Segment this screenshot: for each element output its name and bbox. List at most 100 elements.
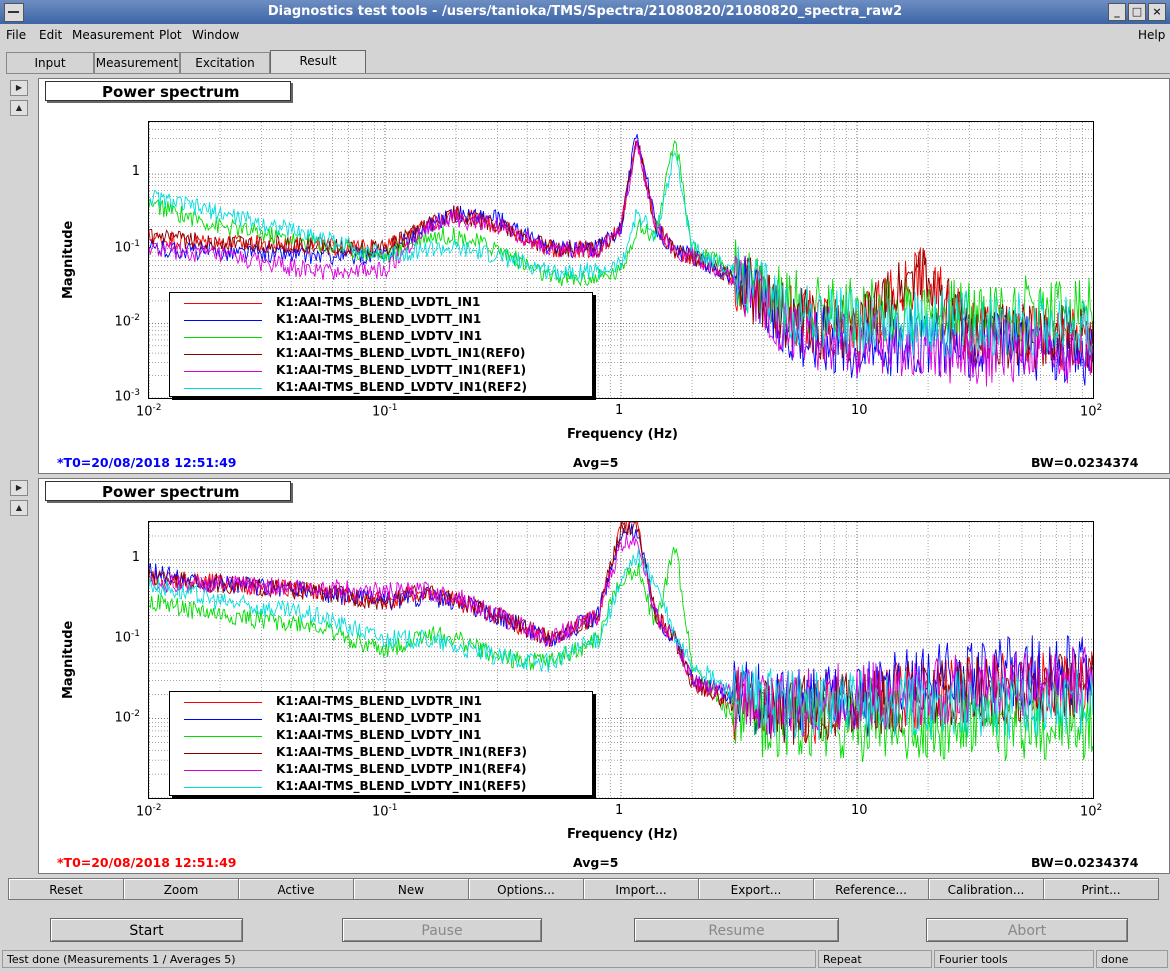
tab-input[interactable]: Input bbox=[6, 52, 94, 73]
plot-title-2: Power spectrum bbox=[45, 481, 291, 501]
legend-label: K1:AAI-TMS_BLEND_LVDTY_IN1 bbox=[276, 728, 482, 742]
import-button[interactable]: Import... bbox=[583, 878, 699, 900]
tab-excitation[interactable]: Excitation bbox=[180, 52, 270, 73]
x-tick-label: 10 bbox=[851, 803, 868, 818]
y-tick-label: 1 bbox=[131, 164, 140, 180]
legend-label: K1:AAI-TMS_BLEND_LVDTR_IN1 bbox=[276, 694, 482, 708]
plot-panel-bottom: Power spectrum Magnitude Frequency (Hz) … bbox=[38, 478, 1170, 874]
x-tick-label: 10 bbox=[851, 403, 868, 418]
title-bar: Diagnostics test tools - /users/tanioka/… bbox=[0, 0, 1170, 24]
legend-label: K1:AAI-TMS_BLEND_LVDTV_IN1 bbox=[276, 329, 483, 343]
expand-right-icon[interactable]: ▶ bbox=[10, 80, 28, 96]
maximize-icon[interactable]: □ bbox=[1128, 3, 1146, 21]
minimize-icon[interactable]: _ bbox=[1108, 3, 1126, 21]
legend-entry: K1:AAI-TMS_BLEND_LVDTV_IN1 bbox=[170, 329, 592, 346]
legend-entry: K1:AAI-TMS_BLEND_LVDTP_IN1 bbox=[170, 711, 592, 728]
legend-label: K1:AAI-TMS_BLEND_LVDTP_IN1(REF4) bbox=[276, 762, 527, 776]
menu-measurement[interactable]: Measurement bbox=[72, 28, 154, 42]
options-button[interactable]: Options... bbox=[468, 878, 584, 900]
status-mode: Repeat bbox=[818, 950, 932, 968]
menu-window[interactable]: Window bbox=[192, 28, 239, 42]
legend-swatch bbox=[184, 702, 262, 703]
legend-entry: K1:AAI-TMS_BLEND_LVDTV_IN1(REF2) bbox=[170, 380, 592, 397]
abort-button[interactable]: Abort bbox=[926, 918, 1128, 942]
expand-up-icon-2[interactable]: ▲ bbox=[10, 500, 28, 516]
x-tick-label: 10-1 bbox=[372, 403, 398, 420]
legend-2: K1:AAI-TMS_BLEND_LVDTR_IN1 K1:AAI-TMS_BLE… bbox=[169, 691, 593, 796]
legend-entry: K1:AAI-TMS_BLEND_LVDTL_IN1(REF0) bbox=[170, 346, 592, 363]
avg-label: Avg=5 bbox=[573, 455, 619, 470]
expand-right-icon-2[interactable]: ▶ bbox=[10, 480, 28, 496]
status-state: done bbox=[1096, 950, 1168, 968]
x-tick-label: 10-2 bbox=[136, 403, 162, 420]
legend-swatch bbox=[184, 770, 262, 771]
legend-swatch bbox=[184, 388, 262, 389]
legend-swatch bbox=[184, 736, 262, 737]
y-tick-label: 10-2 bbox=[114, 313, 140, 330]
x-tick-label: 102 bbox=[1080, 403, 1103, 420]
legend-entry: K1:AAI-TMS_BLEND_LVDTY_IN1(REF5) bbox=[170, 779, 592, 796]
legend-entry: K1:AAI-TMS_BLEND_LVDTT_IN1(REF1) bbox=[170, 363, 592, 380]
expand-up-icon[interactable]: ▲ bbox=[10, 100, 28, 116]
zoom-button[interactable]: Zoom bbox=[123, 878, 239, 900]
tab-result[interactable]: Result bbox=[270, 50, 366, 73]
legend-entry: K1:AAI-TMS_BLEND_LVDTT_IN1 bbox=[170, 312, 592, 329]
legend-swatch bbox=[184, 787, 262, 788]
legend-label: K1:AAI-TMS_BLEND_LVDTT_IN1(REF1) bbox=[276, 363, 527, 377]
legend-swatch bbox=[184, 719, 262, 720]
x-tick-label: 10-1 bbox=[372, 803, 398, 820]
y-axis-label-2: Magnitude bbox=[61, 620, 76, 699]
status-bar: Test done (Measurements 1 / Averages 5) … bbox=[0, 948, 1170, 970]
new-button[interactable]: New bbox=[353, 878, 469, 900]
legend-swatch bbox=[184, 354, 262, 355]
legend-entry: K1:AAI-TMS_BLEND_LVDTP_IN1(REF4) bbox=[170, 762, 592, 779]
legend-label: K1:AAI-TMS_BLEND_LVDTT_IN1 bbox=[276, 312, 482, 326]
x-tick-label: 10-2 bbox=[136, 803, 162, 820]
tab-measurement[interactable]: Measurement bbox=[94, 52, 180, 73]
menu-edit[interactable]: Edit bbox=[39, 28, 62, 42]
y-tick-label: 10-3 bbox=[114, 388, 140, 405]
y-tick-label: 10-1 bbox=[114, 238, 140, 256]
plot-toolbar: Reset Zoom Active New Options... Import.… bbox=[8, 878, 1160, 902]
legend-swatch bbox=[184, 753, 262, 754]
legend-swatch bbox=[184, 303, 262, 304]
status-tool: Fourier tools bbox=[934, 950, 1094, 968]
legend-label: K1:AAI-TMS_BLEND_LVDTL_IN1(REF0) bbox=[276, 346, 526, 360]
menu-file[interactable]: File bbox=[6, 28, 26, 42]
status-message: Test done (Measurements 1 / Averages 5) bbox=[2, 950, 816, 968]
close-icon[interactable]: × bbox=[1148, 3, 1166, 21]
print-button[interactable]: Print... bbox=[1043, 878, 1159, 900]
y-tick-label: 10-2 bbox=[114, 708, 140, 725]
menu-help[interactable]: Help bbox=[1138, 28, 1165, 42]
legend-label: K1:AAI-TMS_BLEND_LVDTR_IN1(REF3) bbox=[276, 745, 527, 759]
resume-button[interactable]: Resume bbox=[634, 918, 839, 942]
legend-swatch bbox=[184, 320, 262, 321]
t0-label: *T0=20/08/2018 12:51:49 bbox=[57, 455, 237, 470]
bw-label: BW=0.0234374 bbox=[1031, 455, 1139, 470]
x-tick-label: 1 bbox=[615, 803, 624, 818]
avg-label-2: Avg=5 bbox=[573, 855, 619, 870]
x-tick-label: 1 bbox=[615, 403, 624, 418]
legend-entry: K1:AAI-TMS_BLEND_LVDTR_IN1 bbox=[170, 694, 592, 711]
legend-entry: K1:AAI-TMS_BLEND_LVDTL_IN1 bbox=[170, 295, 592, 312]
x-tick-label: 102 bbox=[1080, 803, 1103, 820]
reset-button[interactable]: Reset bbox=[8, 878, 124, 900]
pause-button[interactable]: Pause bbox=[342, 918, 542, 942]
start-button[interactable]: Start bbox=[50, 918, 243, 942]
calibration-button[interactable]: Calibration... bbox=[928, 878, 1044, 900]
t0-label-2: *T0=20/08/2018 12:51:49 bbox=[57, 855, 237, 870]
plot-title: Power spectrum bbox=[45, 81, 291, 101]
legend-swatch bbox=[184, 337, 262, 338]
y-tick-label: 1 bbox=[131, 549, 140, 565]
legend-label: K1:AAI-TMS_BLEND_LVDTV_IN1(REF2) bbox=[276, 380, 527, 394]
window-title: Diagnostics test tools - /users/tanioka/… bbox=[267, 4, 903, 19]
menu-bar: File Edit Measurement Plot Window Help bbox=[0, 24, 1170, 46]
export-button[interactable]: Export... bbox=[698, 878, 814, 900]
active-button[interactable]: Active bbox=[238, 878, 354, 900]
legend-label: K1:AAI-TMS_BLEND_LVDTY_IN1(REF5) bbox=[276, 779, 527, 793]
y-tick-label: 10-1 bbox=[114, 629, 140, 646]
menu-plot[interactable]: Plot bbox=[159, 28, 182, 42]
reference-button[interactable]: Reference... bbox=[813, 878, 929, 900]
legend-label: K1:AAI-TMS_BLEND_LVDTP_IN1 bbox=[276, 711, 482, 725]
legend-entry: K1:AAI-TMS_BLEND_LVDTR_IN1(REF3) bbox=[170, 745, 592, 762]
